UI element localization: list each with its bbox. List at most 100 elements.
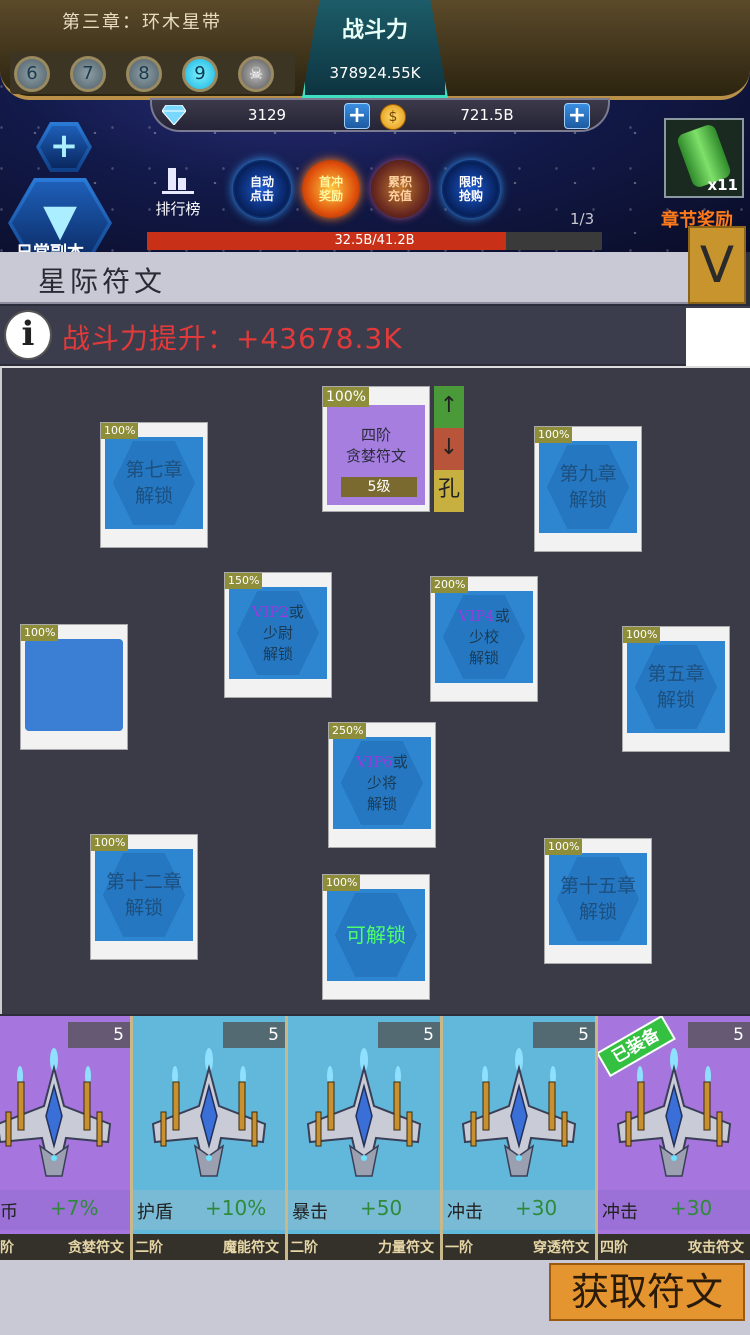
power-info-bar: i 战斗力提升：+43678.3K [0, 306, 750, 364]
rune-card-name: 贪婪符文 [68, 1240, 124, 1256]
spaceship-icon [0, 1046, 118, 1186]
level-tab-9[interactable]: 9 [182, 56, 218, 92]
diamond-icon [162, 105, 186, 125]
rune-card-power[interactable]: 5 暴击 +50 二阶 力量符文 [288, 1016, 440, 1260]
rune-slot-vip2[interactable]: VIP2或 少尉 解锁 150% [224, 572, 332, 698]
leaderboard-label: 排行榜 [155, 200, 201, 218]
rune-slot-vip6[interactable]: VIP6或 少将 解锁 250% [328, 722, 436, 848]
rune-slot-face: VIP2或 少尉 解锁 [229, 587, 327, 679]
first-charge-label: 首冲 奖励 [318, 175, 343, 203]
accumulated-recharge-button[interactable]: 累积 充值 [371, 160, 429, 218]
rune-card-count: 5 [68, 1022, 130, 1048]
rune-board: 四阶 贪婪符文 5级 100% ↑ ↓ 孔 第七章 解锁 100% 第九章 解锁 1… [0, 366, 750, 1014]
combat-power-label: 战斗力 [341, 18, 408, 43]
rune-panel-header: 星际符文 [0, 252, 690, 304]
rune-slot-equipped[interactable]: 四阶 贪婪符文 5级 100% [322, 386, 430, 512]
level-tab-8[interactable]: 8 [126, 56, 162, 92]
rune-slot-vip4[interactable]: VIP4或 少校 解锁 200% [430, 576, 538, 702]
rune-slot-text: 第十五章 解锁 [559, 875, 636, 923]
first-charge-button[interactable]: 首冲 奖励 [302, 160, 360, 218]
auto-click-button[interactable]: 自动 点击 [233, 160, 291, 218]
rune-slot-face: 第十二章 解锁 [95, 849, 193, 941]
combat-power-value: 378924.55K [329, 64, 421, 82]
rune-slot-text: VIP4或 少校 解锁 [458, 606, 510, 667]
rune-slot-text: VIP6或 少将 解锁 [356, 752, 408, 813]
rune-slot-blank[interactable]: 100% [20, 624, 128, 750]
rune-card-stat: 冲击 [602, 1202, 638, 1223]
chapter-reward-button[interactable]: x11 [664, 118, 744, 198]
rune-card-tier: 阶 [0, 1240, 14, 1256]
rune-card-name: 魔能符文 [223, 1240, 279, 1256]
rune-card-name: 力量符文 [378, 1240, 434, 1256]
slot-percent: 100% [91, 835, 129, 851]
gem-count: 3129 [247, 106, 287, 124]
rune-card-magic[interactable]: 5 护盾 +10% 二阶 魔能符文 [133, 1016, 285, 1260]
rune-slot-face: VIP6或 少将 解锁 [333, 737, 431, 829]
slot-percent: 200% [431, 577, 469, 593]
rune-card-value: +50 [360, 1196, 403, 1220]
spaceship-icon [610, 1046, 738, 1186]
power-increase-text: 战斗力提升：+43678.3K [62, 322, 403, 355]
rune-card-count: 5 [223, 1022, 285, 1048]
flash-sale-button[interactable]: 限时 抢购 [442, 160, 500, 218]
rune-card-tier: 二阶 [290, 1240, 318, 1256]
rune-card-stat: 暴击 [292, 1202, 328, 1223]
rune-slot-chapter-15[interactable]: 第十五章 解锁 100% [544, 838, 652, 964]
rune-slot-face: 第七章 解锁 [105, 437, 203, 529]
rune-card-stat: 币 [0, 1202, 18, 1223]
level-tab-7[interactable]: 7 [70, 56, 106, 92]
rune-card-value: +7% [50, 1196, 99, 1220]
rune-slot-text: VIP2或 少尉 解锁 [252, 602, 304, 663]
rune-slot-chapter-7[interactable]: 第七章 解锁 100% [100, 422, 208, 548]
rune-card-pierce[interactable]: 5 冲击 +30 一阶 穿透符文 [443, 1016, 595, 1260]
rune-slot-text: 第十二章 解锁 [105, 871, 182, 919]
rune-card-count: 5 [378, 1022, 440, 1048]
spaceship-icon [455, 1046, 583, 1186]
chapter-progress-bar: 32.5B/41.2B [147, 232, 602, 250]
get-rune-button[interactable]: 获取符文 [549, 1263, 745, 1321]
level-tab-6[interactable]: 6 [14, 56, 50, 92]
rune-card-value: +30 [670, 1196, 713, 1220]
chapter-title: 第三章：环木星带 [62, 12, 222, 33]
socket-hole-button[interactable]: 孔 [434, 470, 464, 512]
rune-card-value: +30 [515, 1196, 558, 1220]
rune-card-tier: 二阶 [135, 1240, 163, 1256]
boss-skull-icon[interactable]: ☠ [238, 56, 274, 92]
rune-slot-unlockable[interactable]: 可解锁 100% [322, 874, 430, 1000]
downgrade-arrow-button[interactable]: ↓ [434, 428, 464, 470]
combat-power-panel: 战斗力 378924.55K [302, 0, 448, 98]
rune-card-tier: 一阶 [445, 1240, 473, 1256]
auto-click-label: 自动 点击 [249, 175, 274, 203]
rune-slot-face: 第十五章 解锁 [549, 853, 647, 945]
rune-card-name: 穿透符文 [533, 1240, 589, 1256]
slot-percent: 100% [323, 875, 361, 891]
slot-percent: 100% [545, 839, 583, 855]
plus-icon: + [40, 126, 88, 168]
close-button[interactable]: V [688, 226, 746, 304]
slot-percent: 100% [623, 627, 661, 643]
add-gold-button[interactable]: + [564, 103, 590, 129]
rune-slot-face: 可解锁 [327, 889, 425, 981]
gold-coin-icon: $ [380, 104, 406, 130]
rune-slot-text: 四阶 贪婪符文 [346, 425, 406, 467]
rune-slot-chapter-5[interactable]: 第五章 解锁 100% [622, 626, 730, 752]
info-icon[interactable]: i [4, 310, 52, 360]
rune-slot-face: 第九章 解锁 [539, 441, 637, 533]
leaderboard-button[interactable]: 排行榜 [148, 160, 208, 219]
rune-slot-text: 第五章 解锁 [647, 663, 705, 711]
rune-card-greed[interactable]: 5 币 +7% 阶 贪婪符文 [0, 1016, 130, 1260]
top-hud: 第三章：环木星带 6 7 8 9 ☠ 战斗力 378924.55K 3129 +… [0, 0, 750, 252]
rune-slot-chapter-12[interactable]: 第十二章 解锁 100% [90, 834, 198, 960]
slot-percent: 100% [21, 625, 59, 641]
upgrade-arrow-button[interactable]: ↑ [434, 386, 464, 428]
rune-card-count: 5 [533, 1022, 595, 1048]
rune-slot-text: 第七章 解锁 [125, 459, 183, 507]
slot-percent: 100% [323, 387, 370, 407]
add-gems-button[interactable]: + [344, 103, 370, 129]
daily-dungeon-label: 日常副本 [16, 238, 84, 252]
accumulated-recharge-label: 累积 充值 [387, 175, 412, 203]
rune-card-name: 攻击符文 [688, 1240, 744, 1256]
rune-card-attack[interactable]: 5 已装备 冲击 +30 四阶 攻击符文 [598, 1016, 750, 1260]
rune-slot-chapter-9[interactable]: 第九章 解锁 100% [534, 426, 642, 552]
level-tabs: 6 7 8 9 ☠ [10, 52, 295, 94]
